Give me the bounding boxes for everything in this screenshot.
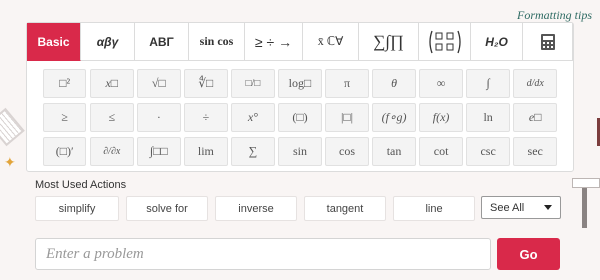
key-square[interactable]: □² (43, 69, 87, 98)
action-simplify[interactable]: simplify (35, 196, 119, 221)
key-cot[interactable]: cot (419, 137, 463, 166)
key-power[interactable]: x□ (90, 69, 134, 98)
key-divide[interactable]: ÷ (184, 103, 228, 132)
key-partial[interactable]: ∂/∂x (90, 137, 134, 166)
tab-sets[interactable]: x̄ ℂ∀ (303, 23, 359, 61)
key-fraction[interactable]: □/□ (231, 69, 275, 98)
tab-trig[interactable]: sin cos (189, 23, 245, 61)
tab-greek-lower[interactable]: αβγ (81, 23, 135, 61)
keypad-row-2: ≥ ≤ · ÷ x° (□) |□| (f∘g) f(x) ln e□ (43, 103, 557, 132)
key-lim[interactable]: lim (184, 137, 228, 166)
key-sum[interactable]: ∑ (231, 137, 275, 166)
keypad-row-3: (□)′ ∂/∂x ∫□□ lim ∑ sin cos tan cot csc … (43, 137, 557, 166)
formatting-tips-link[interactable]: Formatting tips (517, 8, 592, 23)
key-exp[interactable]: e□ (513, 103, 557, 132)
key-cos[interactable]: cos (325, 137, 369, 166)
tab-chemistry[interactable]: H₂O (471, 23, 523, 61)
matrix-icon (428, 30, 461, 53)
keyboard-tabs: Basic αβγ ΑΒΓ sin cos ≥ ÷ → x̄ ℂ∀ ∑∫∏ H₂… (27, 23, 573, 61)
sparkle-icon: ✦ (4, 154, 16, 170)
tab-greek-upper[interactable]: ΑΒΓ (135, 23, 189, 61)
tab-basic[interactable]: Basic (27, 23, 81, 61)
key-dot[interactable]: · (137, 103, 181, 132)
see-all-label: See All (490, 201, 525, 214)
decorative-notebook-shape (0, 107, 25, 147)
key-sin[interactable]: sin (278, 137, 322, 166)
key-degree[interactable]: x° (231, 103, 275, 132)
key-tan[interactable]: tan (372, 137, 416, 166)
decorative-table-illustration (572, 160, 600, 232)
key-csc[interactable]: csc (466, 137, 510, 166)
math-keyboard-panel: Basic αβγ ΑΒΓ sin cos ≥ ÷ → x̄ ℂ∀ ∑∫∏ H₂… (26, 22, 574, 172)
calculator-icon (540, 33, 555, 50)
key-sec[interactable]: sec (513, 137, 557, 166)
go-button[interactable]: Go (497, 238, 560, 270)
see-all-dropdown[interactable]: See All (481, 196, 561, 219)
key-pi[interactable]: π (325, 69, 369, 98)
key-definite-integral[interactable]: ∫□□ (137, 137, 181, 166)
most-used-actions: simplify solve for inverse tangent line … (35, 196, 561, 221)
action-solve-for[interactable]: solve for (126, 196, 208, 221)
key-less-equal[interactable]: ≤ (90, 103, 134, 132)
key-prime[interactable]: (□)′ (43, 137, 87, 166)
key-greater-equal[interactable]: ≥ (43, 103, 87, 132)
key-nth-root[interactable]: ∜□ (184, 69, 228, 98)
key-composition[interactable]: (f∘g) (372, 103, 416, 132)
tab-matrix[interactable] (419, 23, 471, 61)
tab-calculus[interactable]: ∑∫∏ (359, 23, 419, 61)
tab-operators[interactable]: ≥ ÷ → (245, 23, 303, 61)
key-theta[interactable]: θ (372, 69, 416, 98)
key-integral[interactable]: ∫ (466, 69, 510, 98)
key-log[interactable]: log□ (278, 69, 322, 98)
chevron-down-icon (544, 205, 552, 210)
key-ln[interactable]: ln (466, 103, 510, 132)
key-absolute[interactable]: |□| (325, 103, 369, 132)
problem-input[interactable] (35, 238, 491, 270)
action-line[interactable]: line (393, 196, 475, 221)
action-inverse[interactable]: inverse (215, 196, 297, 221)
most-used-actions-title: Most Used Actions (35, 179, 127, 191)
keypad: □² x□ √□ ∜□ □/□ log□ π θ ∞ ∫ d/dx ≥ ≤ · … (43, 69, 557, 171)
keypad-row-1: □² x□ √□ ∜□ □/□ log□ π θ ∞ ∫ d/dx (43, 69, 557, 98)
key-derivative[interactable]: d/dx (513, 69, 557, 98)
key-sqrt[interactable]: √□ (137, 69, 181, 98)
key-function[interactable]: f(x) (419, 103, 463, 132)
key-parentheses[interactable]: (□) (278, 103, 322, 132)
action-tangent[interactable]: tangent (304, 196, 386, 221)
tab-calculator[interactable] (523, 23, 573, 61)
key-infinity[interactable]: ∞ (419, 69, 463, 98)
